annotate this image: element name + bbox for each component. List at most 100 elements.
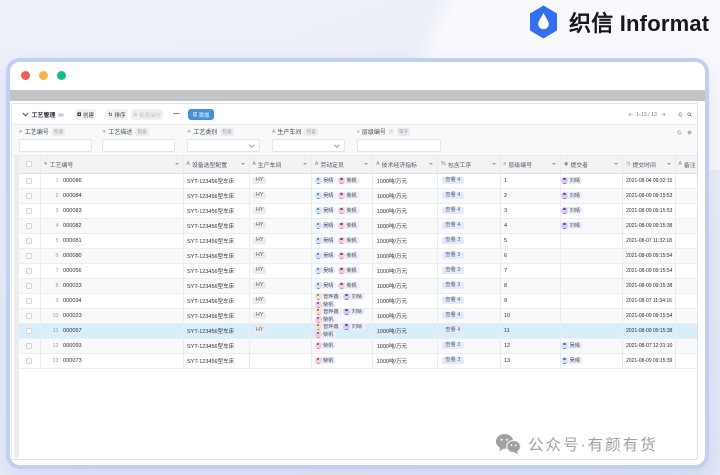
row-checkbox[interactable]: [26, 312, 32, 319]
refresh-icon[interactable]: [678, 112, 683, 117]
avatar: [337, 191, 345, 199]
select-all-checkbox[interactable]: [26, 161, 32, 168]
avatar-body: [315, 321, 321, 323]
view-procedures-button[interactable]: 查看 4: [441, 206, 464, 215]
avatar-body: [315, 212, 321, 214]
view-procedures-button[interactable]: 查看 3: [441, 341, 464, 350]
next-page-icon[interactable]: [660, 112, 666, 117]
column-header-5[interactable]: A 技术经济指标: [373, 156, 439, 173]
filter-reset-icon[interactable]: [677, 130, 682, 135]
view-procedures-button[interactable]: 查看 3: [441, 281, 464, 290]
column-menu-caret-icon[interactable]: [666, 163, 671, 166]
view-procedures-button[interactable]: 查看 3: [441, 356, 464, 365]
view-procedures-button[interactable]: 查看 4: [441, 326, 464, 335]
person-chip: 吴晴: [314, 281, 337, 290]
row-checkbox[interactable]: [26, 192, 32, 199]
table-row[interactable]: 12 000093 SYT-123456型车床 柴帆 1000吨/万元 查看 3 12 吴晴 2…: [18, 338, 697, 354]
table-row[interactable]: 3 000083 SYT-123456型车床 HY 吴晴 柴帆 1000吨/万元 查看 4 3 刘…: [18, 203, 697, 219]
row-checkbox[interactable]: [26, 282, 32, 289]
row-checkbox[interactable]: [26, 357, 32, 364]
person-name: 柴帆: [346, 267, 357, 274]
close-window-button[interactable]: [20, 71, 30, 80]
search-icon[interactable]: [686, 112, 692, 117]
row-checkbox[interactable]: [26, 177, 32, 184]
column-menu-caret-icon[interactable]: [240, 163, 245, 166]
table-row[interactable]: 10 000023 SYT-123456型车床 HY 曾烨鑫 刘晴 柴帆 1000吨/万元 查看…: [18, 308, 697, 324]
filter-settings-icon[interactable]: [686, 130, 692, 135]
cell-staff: 吴晴 柴帆: [312, 248, 374, 263]
column-header-7[interactable]: ≡ 层级编号: [501, 156, 561, 173]
column-header-10[interactable]: A 备注: [676, 156, 697, 173]
table-row[interactable]: 4 000082 SYT-123456型车床 HY 吴晴 柴帆 1000吨/万元 查看 4 4 刘…: [18, 218, 697, 234]
column-header-2[interactable]: A 设备选型配置: [184, 156, 250, 173]
table-row[interactable]: 6 000080 SYT-123456型车床 HY 吴晴 柴帆 1000吨/万元 查看 3 6 2…: [18, 248, 697, 264]
row-checkbox[interactable]: [26, 297, 32, 304]
view-procedures-button[interactable]: 查看 4: [441, 191, 464, 200]
column-menu-caret-icon[interactable]: [364, 163, 369, 166]
column-menu-caret-icon[interactable]: [429, 163, 434, 166]
view-procedures-button[interactable]: 查看 3: [441, 236, 464, 245]
table-row[interactable]: 7 000056 SYT-123456型车床 HY 吴晴 柴帆 1000吨/万元 查看 3 7 2…: [18, 263, 697, 279]
sort-button[interactable]: 排序: [106, 109, 128, 120]
column-menu-caret-icon[interactable]: [303, 163, 307, 166]
table-row[interactable]: 13 000073 SYT-123456型车床 柴帆 1000吨/万元 查看 3 13 吴晴 2…: [18, 353, 697, 369]
cell-indicator: 1000吨/万元: [373, 323, 439, 338]
filter-input[interactable]: [357, 138, 441, 152]
table-row[interactable]: 1 000086 SYT-123456型车床 HY 吴晴 柴帆 1000吨/万元 查看 4 1 刘…: [18, 173, 697, 189]
table-row[interactable]: 2 000084 SYT-123456型车床 HY 吴晴 柴帆 1000吨/万元 查看 4 2 刘…: [18, 188, 697, 204]
row-checkbox[interactable]: [26, 207, 32, 214]
cell-submitter: 刘晴: [561, 203, 623, 218]
column-header-8[interactable]: ◉ 提交者: [561, 156, 623, 173]
column-header-9[interactable]: ◷ 提交时间: [623, 156, 676, 173]
view-procedures-button[interactable]: 查看 4: [441, 311, 464, 320]
maximize-window-button[interactable]: [56, 71, 66, 80]
filter-select[interactable]: [187, 138, 260, 152]
column-header-6[interactable]: % 包含工序: [438, 156, 501, 173]
table-row[interactable]: 11 000057 SYT-123456型车床 HY 曾烨鑫 刘晴 柴帆 1000吨/万元 查看…: [18, 323, 697, 339]
view-procedures-button[interactable]: 查看 3: [441, 266, 464, 275]
column-menu-caret-icon[interactable]: [174, 163, 179, 166]
cell-process-code: 8 000023: [41, 278, 184, 293]
table-row[interactable]: 5 000081 SYT-123456型车床 HY 吴晴 柴帆 1000吨/万元 查看 3 5 2…: [18, 233, 697, 249]
collapse-chevron-icon[interactable]: [22, 111, 29, 118]
row-checkbox[interactable]: [26, 267, 32, 274]
column-header-4[interactable]: A 劳动定员: [312, 156, 374, 173]
filter-select[interactable]: [272, 138, 345, 152]
add-record-button[interactable]: 添加: [188, 108, 215, 121]
view-procedures-button[interactable]: 查看 4: [441, 221, 464, 230]
row-checkbox[interactable]: [26, 342, 32, 349]
view-procedures-button[interactable]: 查看 3: [441, 251, 464, 260]
view-procedures-button[interactable]: 查看 4: [441, 176, 464, 185]
row-checkbox[interactable]: [26, 222, 32, 229]
avatar: [561, 191, 568, 199]
equipment-value: SYT-123456型车床: [187, 268, 235, 275]
avatar-head: [316, 222, 320, 226]
row-index: 13: [52, 357, 59, 364]
staff-chips: 柴帆: [314, 356, 373, 365]
equipment-value: SYT-123456型车床: [187, 358, 235, 365]
row-checkbox[interactable]: [26, 327, 32, 334]
view-procedures-button[interactable]: 查看 4: [441, 296, 464, 305]
minimize-window-button[interactable]: [38, 71, 48, 80]
column-menu-caret-icon[interactable]: [552, 163, 556, 166]
create-button[interactable]: 创建: [74, 109, 96, 120]
column-header-1[interactable]: ✳ 工艺编号: [41, 156, 184, 173]
staff-chips: 吴晴 柴帆: [314, 176, 373, 185]
submit-time: 2021-08-09 09:15:38: [626, 222, 673, 229]
column-menu-caret-icon[interactable]: [614, 163, 618, 166]
filter-input[interactable]: [18, 138, 92, 152]
filter-input[interactable]: [102, 138, 175, 152]
batch-actions-button[interactable]: 批量操作: [131, 109, 164, 120]
column-header-3[interactable]: A 生产车间: [250, 156, 312, 173]
more-actions-button[interactable]: —: [173, 111, 180, 118]
share-icon[interactable]: [58, 112, 65, 118]
cell-level: 6: [501, 248, 561, 263]
row-checkbox[interactable]: [26, 237, 32, 244]
cell-procedures: 查看 3: [438, 263, 501, 278]
table-row[interactable]: 8 000023 SYT-123456型车床 HY 吴晴 柴帆 1000吨/万元 查看 3 8 2…: [18, 278, 697, 294]
equipment-value: SYT-123456型车床: [187, 298, 235, 305]
column-menu-caret-icon[interactable]: [491, 163, 496, 166]
table-row[interactable]: 9 000034 SYT-123456型车床 HY 曾烨鑫 刘晴 柴帆 1000吨/万元 查看 …: [18, 293, 697, 309]
row-checkbox[interactable]: [26, 252, 32, 259]
prev-page-icon[interactable]: [628, 112, 633, 117]
